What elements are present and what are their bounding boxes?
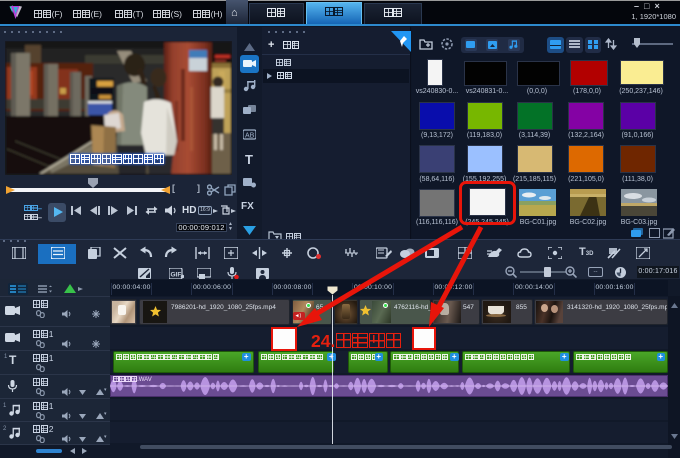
svg-text:AB: AB [245,133,255,140]
svg-text:GIF: GIF [171,272,182,279]
svg-text:T: T [245,152,253,166]
